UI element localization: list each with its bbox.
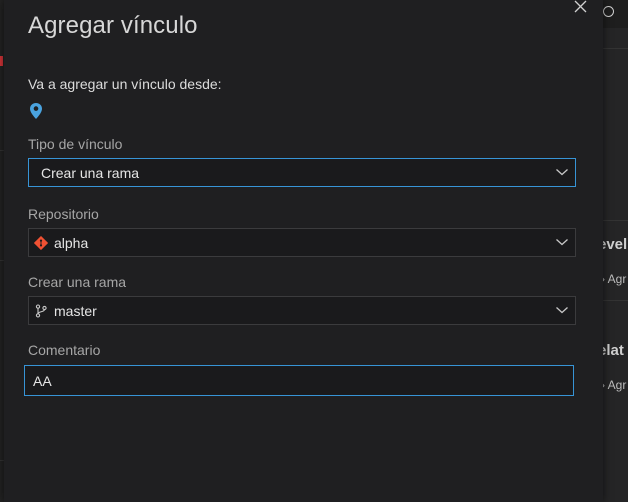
location-pin-icon <box>29 102 43 125</box>
git-repo-icon <box>34 235 48 250</box>
close-button[interactable] <box>572 0 590 16</box>
add-link-dialog: Agregar vínculo Va a agregar un vínculo … <box>4 0 603 502</box>
chevron-down-icon <box>556 307 568 314</box>
circle-icon[interactable] <box>603 6 614 17</box>
background-divider <box>603 220 628 221</box>
link-type-select[interactable]: Crear una rama <box>28 158 576 187</box>
repository-select[interactable]: alpha <box>28 228 576 257</box>
close-icon <box>574 0 587 13</box>
background-subtext: › Agr <box>601 378 627 392</box>
background-divider <box>603 300 628 301</box>
branch-select[interactable]: master <box>28 296 576 325</box>
link-type-value: Crear una rama <box>41 164 140 181</box>
background-red-marker <box>0 56 3 66</box>
branch-value: master <box>54 302 97 319</box>
branch-label: Crear una rama <box>28 274 127 290</box>
chevron-down-icon <box>556 169 568 176</box>
repository-label: Repositorio <box>28 206 99 222</box>
chevron-down-icon <box>556 239 568 246</box>
background-subtext: › Agr <box>601 272 627 286</box>
dialog-title: Agregar vínculo <box>28 12 198 39</box>
background-divider <box>603 48 628 49</box>
link-source-label: Va a agregar un vínculo desde: <box>28 76 222 92</box>
comment-input[interactable] <box>24 365 574 396</box>
repository-value: alpha <box>54 234 89 251</box>
comment-label: Comentario <box>28 342 101 358</box>
branch-icon <box>34 303 48 318</box>
link-type-label: Tipo de vínculo <box>28 136 123 152</box>
